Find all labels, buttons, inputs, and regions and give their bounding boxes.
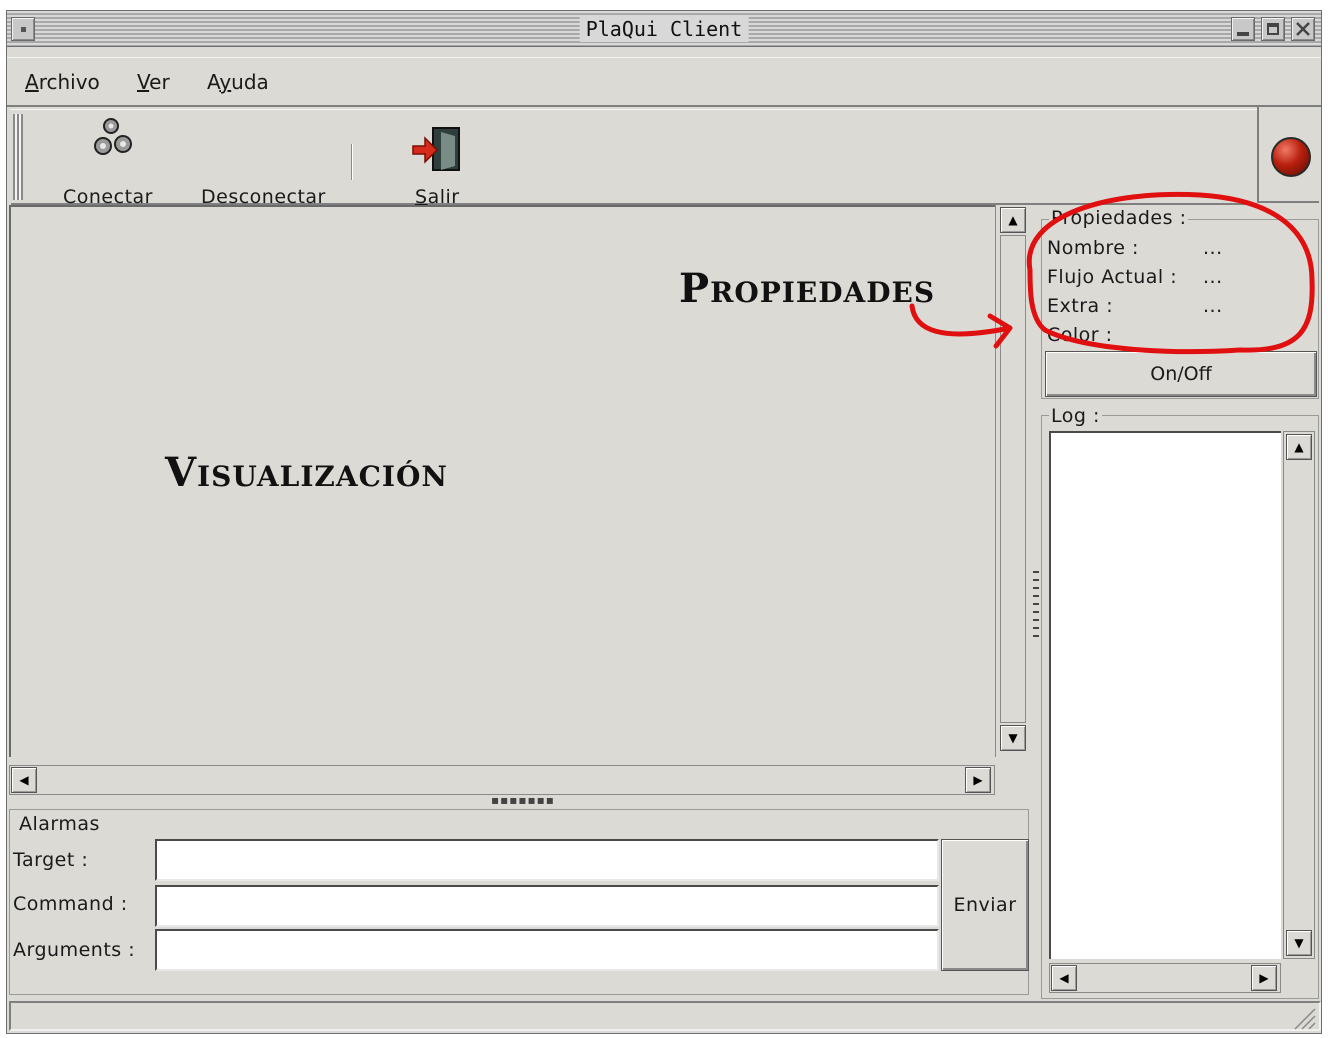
status-light: [1271, 137, 1311, 177]
alarms-header: Alarmas: [17, 813, 102, 835]
properties-annotation: Propiedades: [679, 265, 936, 312]
arguments-input[interactable]: [155, 929, 939, 971]
properties-header: Propiedades :: [1049, 207, 1189, 229]
minimize-icon: [1237, 32, 1249, 36]
property-value-nombre: ...: [1203, 237, 1223, 259]
toolbar-grip[interactable]: [13, 114, 23, 200]
send-button[interactable]: Enviar: [941, 839, 1029, 971]
resize-grip-icon[interactable]: [1291, 1007, 1317, 1031]
window-menu-button[interactable]: [11, 17, 35, 41]
exit-door-icon: [412, 127, 460, 171]
log-header: Log :: [1049, 405, 1102, 427]
arguments-label: Arguments :: [13, 939, 136, 961]
window-menu-icon: [21, 27, 26, 32]
app-window: PlaQui Client Archivo Ver Ayuda Conectar…: [6, 10, 1322, 1034]
target-label: Target :: [13, 849, 89, 871]
vertical-pane-handle[interactable]: [1033, 571, 1039, 637]
visualization-area[interactable]: Visualización Propiedades: [9, 205, 995, 757]
gears-icon: [94, 118, 132, 155]
status-bar: [9, 1001, 1321, 1031]
close-icon: [1296, 22, 1310, 36]
log-scroll-down-button[interactable]: ▼: [1286, 930, 1312, 956]
visualization-annotation: Visualización: [165, 449, 448, 496]
scroll-trough[interactable]: [1000, 235, 1026, 723]
connect-button[interactable]: Conectar: [55, 112, 175, 208]
arrow-right-icon: ▶: [1259, 971, 1269, 985]
log-horizontal-scrollbar[interactable]: ◀ ▶: [1049, 963, 1281, 993]
minimize-button[interactable]: [1231, 17, 1255, 41]
arrow-left-icon: ◀: [19, 773, 29, 787]
log-text-area[interactable]: [1049, 431, 1281, 959]
log-vertical-scrollbar[interactable]: ▲ ▼: [1283, 431, 1315, 959]
property-label-flujo: Flujo Actual :: [1047, 266, 1178, 288]
property-value-flujo: ...: [1203, 266, 1223, 288]
visualization-vertical-scrollbar[interactable]: ▲ ▼: [995, 205, 1029, 757]
scroll-left-button[interactable]: ◀: [11, 767, 37, 793]
menu-ver[interactable]: Ver: [137, 70, 170, 94]
scroll-down-button[interactable]: ▼: [1000, 725, 1026, 751]
window-title: PlaQui Client: [579, 16, 749, 42]
horizontal-pane-handle[interactable]: ▪▪▪▪▪▪▪: [491, 793, 555, 807]
arrow-up-icon: ▲: [1294, 440, 1304, 454]
maximize-button[interactable]: [1261, 17, 1285, 41]
menu-ayuda[interactable]: Ayuda: [207, 70, 269, 94]
status-indicator-box: [1257, 107, 1319, 203]
target-input[interactable]: [155, 839, 939, 881]
log-scroll-up-button[interactable]: ▲: [1286, 434, 1312, 460]
on-off-button[interactable]: On/Off: [1045, 351, 1317, 397]
property-label-nombre: Nombre :: [1047, 237, 1139, 259]
visualization-horizontal-scrollbar[interactable]: ◀ ▶: [9, 765, 995, 795]
scroll-up-button[interactable]: ▲: [1000, 207, 1026, 233]
arrow-right-icon: ▶: [973, 773, 983, 787]
title-bar[interactable]: PlaQui Client: [7, 11, 1321, 47]
arrow-up-icon: ▲: [1008, 213, 1018, 227]
property-value-extra: ...: [1203, 295, 1223, 317]
command-input[interactable]: [155, 885, 939, 927]
log-scroll-right-button[interactable]: ▶: [1251, 965, 1277, 991]
close-button[interactable]: [1291, 17, 1315, 41]
arrow-down-icon: ▼: [1294, 936, 1304, 950]
arrow-left-icon: ◀: [1059, 971, 1069, 985]
property-label-extra: Extra :: [1047, 295, 1114, 317]
command-label: Command :: [13, 893, 128, 915]
log-scroll-left-button[interactable]: ◀: [1051, 965, 1077, 991]
property-label-color: Color :: [1047, 324, 1113, 346]
exit-button[interactable]: Salir: [395, 112, 485, 208]
disconnect-button[interactable]: Desconectar: [195, 112, 345, 208]
toolbar-separator: [351, 144, 353, 180]
menu-archivo[interactable]: Archivo: [25, 70, 100, 94]
maximize-icon: [1267, 23, 1279, 35]
scroll-right-button[interactable]: ▶: [965, 767, 991, 793]
arrow-down-icon: ▼: [1008, 731, 1018, 745]
toolbar: Conectar Desconectar Salir: [11, 109, 1257, 208]
menu-bar: Archivo Ver Ayuda: [7, 57, 1321, 107]
